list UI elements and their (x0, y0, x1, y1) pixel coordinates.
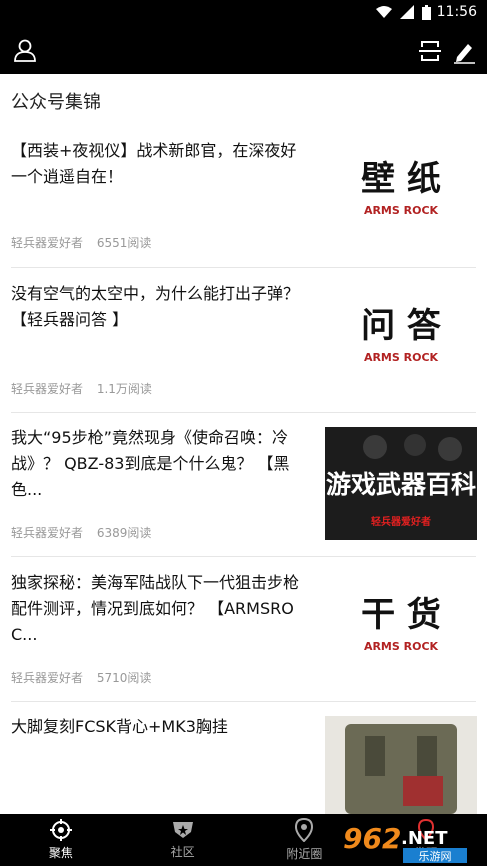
thumbnail-brand: 轻兵器爱好者 (371, 515, 431, 528)
article-thumbnail: 问 答 ARMS ROCK (325, 273, 477, 386)
thumbnail-brand: ARMS ROCK (364, 204, 439, 217)
article-reads: 6551阅读 (96, 236, 152, 250)
article-source: 轻兵器爱好者 (11, 236, 84, 250)
article-title: 没有空气的太空中，为什么能打出子弹？【轻兵器问答 】 (11, 284, 300, 329)
divider (11, 267, 476, 268)
article-meta: 轻兵器爱好者 6389阅读 (11, 524, 151, 541)
divider (11, 701, 476, 702)
target-icon (49, 819, 72, 841)
thumbnail-brand: ARMS ROCK (364, 351, 439, 364)
article-reads: 1.1万阅读 (96, 382, 152, 396)
tab-label: 附近圈 (286, 847, 323, 861)
watermark-logo: 962 .NET 乐游网 (343, 822, 467, 863)
article-title: 我大“95步枪”竟然现身《使命召唤：冷战》？ QBZ-83到底是个什么鬼？ 【黑… (11, 428, 290, 499)
tab-focus[interactable]: 聚焦 (0, 814, 122, 866)
tab-label: 社区 (170, 845, 195, 859)
section-title: 公众号集锦 (11, 92, 101, 113)
status-bar: 11:56 (0, 0, 487, 26)
svg-text:.NET: .NET (401, 828, 448, 849)
location-icon (295, 818, 314, 842)
article-meta: 轻兵器爱好者 6551阅读 (11, 234, 151, 251)
svg-text:962: 962 (343, 822, 401, 855)
status-time: 11:56 (436, 4, 477, 20)
edit-icon[interactable] (451, 38, 477, 64)
scan-icon[interactable] (417, 38, 443, 64)
article-thumbnail: 干 货 ARMS ROCK (325, 562, 477, 675)
thumbnail-title: 壁 纸 (361, 159, 441, 199)
article-meta: 轻兵器爱好者 5710阅读 (11, 669, 151, 686)
thumbnail-title: 干 货 (361, 595, 441, 635)
svg-text:乐游网: 乐游网 (419, 850, 452, 863)
article-thumbnail: 壁 纸 ARMS ROCK (325, 130, 477, 243)
thumbnail-title: 游戏武器百科 (326, 470, 476, 499)
badge-icon (172, 822, 193, 838)
article-thumbnail (325, 716, 477, 814)
article-title: 大脚复刻FCSK背心+MK3胸挂 (11, 717, 228, 736)
thumbnail-title: 问 答 (361, 306, 442, 346)
article-source: 轻兵器爱好者 (11, 671, 84, 685)
article-reads: 6389阅读 (96, 526, 152, 540)
article-thumbnail: 游戏武器百科 轻兵器爱好者 (325, 427, 477, 540)
article-title: 【西装+夜视仪】战术新郎官，在深夜好一个逍遥自在！ (11, 141, 297, 186)
article-title: 独家探秘：美海军陆战队下一代狙击步枪配件测评，情况到底如何？ 【ARMSROC.… (11, 573, 300, 644)
app-bar (0, 26, 487, 74)
article-reads: 5710阅读 (96, 671, 152, 685)
signal-icon (400, 5, 414, 19)
thumbnail-brand: ARMS ROCK (364, 640, 439, 653)
battery-icon (422, 5, 431, 20)
tab-community[interactable]: 社区 (122, 814, 244, 866)
article-meta: 轻兵器爱好者 1.1万阅读 (11, 380, 152, 397)
tab-label: 聚焦 (48, 846, 73, 860)
divider (11, 556, 476, 557)
status-icons (376, 5, 431, 20)
article-source: 轻兵器爱好者 (11, 382, 84, 396)
divider (11, 412, 476, 413)
profile-icon[interactable] (12, 37, 38, 63)
article-source: 轻兵器爱好者 (11, 526, 84, 540)
wifi-icon (376, 6, 392, 18)
